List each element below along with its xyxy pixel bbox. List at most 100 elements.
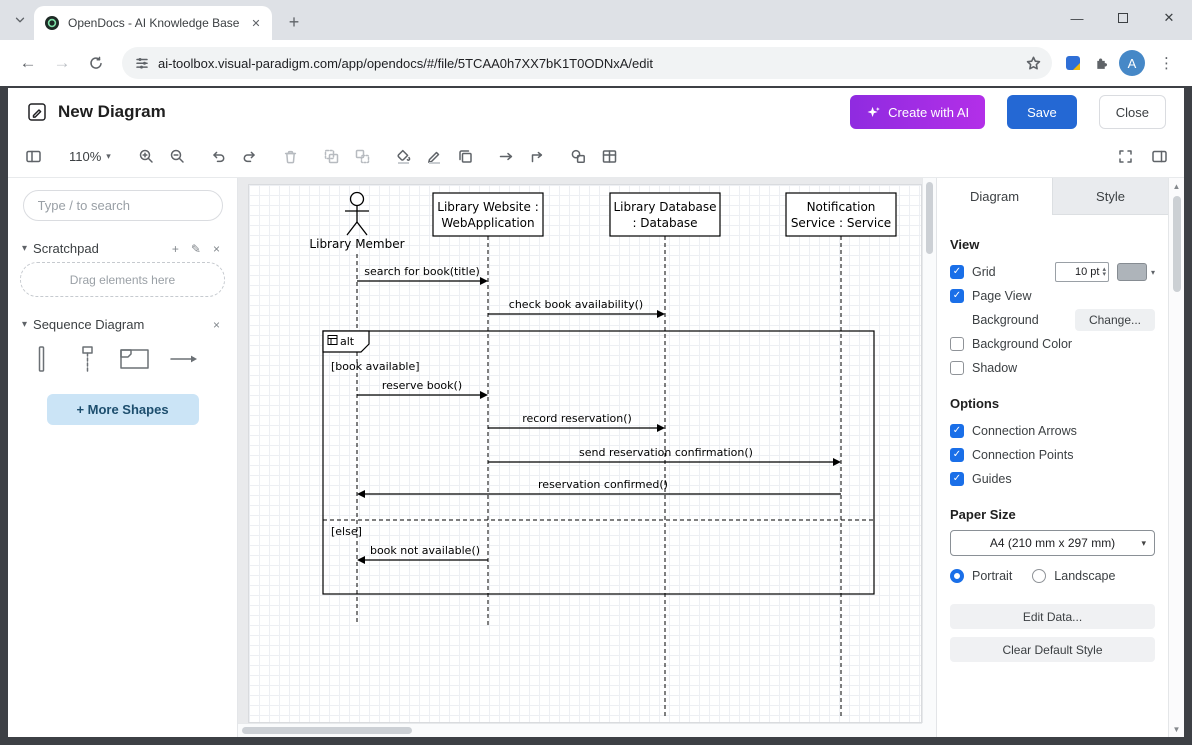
connection-arrows-checkbox[interactable] bbox=[950, 424, 964, 438]
connection-points-checkbox[interactable] bbox=[950, 448, 964, 462]
shadow-checkbox[interactable] bbox=[950, 361, 964, 375]
panel-content: View Grid 10 pt ▴▾ ▾ bbox=[937, 215, 1168, 676]
close-window-button[interactable]: ✕ bbox=[1146, 0, 1192, 36]
participant-label: : Database bbox=[632, 216, 697, 230]
scratchpad-close-icon[interactable]: × bbox=[210, 242, 223, 256]
background-color-checkbox[interactable] bbox=[950, 337, 964, 351]
bookmark-star-icon[interactable] bbox=[1025, 55, 1042, 72]
scroll-down-icon[interactable]: ▼ bbox=[1169, 721, 1185, 737]
save-button[interactable]: Save bbox=[1007, 95, 1077, 129]
tab-style[interactable]: Style bbox=[1052, 178, 1168, 215]
page-frame: New Diagram Create with AI Save Close 11… bbox=[0, 86, 1192, 745]
group-button[interactable] bbox=[323, 148, 341, 166]
minimize-button[interactable]: — bbox=[1054, 0, 1100, 36]
grid-size-input[interactable]: 10 pt ▴▾ bbox=[1055, 262, 1109, 282]
background-change-button[interactable]: Change... bbox=[1075, 309, 1155, 331]
collapse-caret-icon[interactable]: ▾ bbox=[22, 319, 27, 330]
tab-close-icon[interactable]: ✕ bbox=[248, 15, 264, 31]
canvas-horizontal-scrollbar[interactable] bbox=[238, 723, 922, 737]
scratchpad-edit-icon[interactable]: ✎ bbox=[188, 242, 204, 256]
toggle-left-panel-button[interactable] bbox=[24, 148, 42, 166]
refresh-button[interactable] bbox=[82, 49, 110, 77]
scrollbar-thumb[interactable] bbox=[1173, 196, 1181, 292]
create-with-ai-button[interactable]: Create with AI bbox=[850, 95, 985, 129]
paper-size-heading: Paper Size bbox=[950, 507, 1155, 522]
landscape-radio[interactable] bbox=[1032, 569, 1046, 583]
page-view-label: Page View bbox=[972, 289, 1032, 303]
redo-button[interactable] bbox=[241, 148, 259, 166]
zoom-out-button[interactable] bbox=[169, 148, 187, 166]
straight-connector-button[interactable] bbox=[498, 148, 516, 166]
url-text[interactable]: ai-toolbox.visual-paradigm.com/app/opend… bbox=[158, 56, 1017, 71]
profile-avatar[interactable]: A bbox=[1119, 50, 1145, 76]
spinner-icons[interactable]: ▴▾ bbox=[1102, 267, 1106, 277]
forward-button[interactable]: → bbox=[48, 49, 76, 77]
connection-arrows-row: Connection Arrows bbox=[950, 419, 1155, 443]
frame-shape-thumb[interactable] bbox=[118, 344, 152, 374]
actor-library-member[interactable] bbox=[345, 193, 369, 236]
table-button[interactable] bbox=[601, 148, 619, 166]
browser-toolbar: ← → ai-toolbox.visual-paradigm.com/app/o… bbox=[0, 40, 1192, 86]
delete-button[interactable] bbox=[282, 148, 300, 166]
scratchpad-dropzone[interactable]: Drag elements here bbox=[20, 262, 225, 297]
zoom-level-select[interactable]: 110% ▾ bbox=[65, 149, 115, 164]
search-input[interactable] bbox=[23, 190, 223, 221]
grid-checkbox[interactable] bbox=[950, 265, 964, 279]
collapse-caret-icon[interactable]: ▾ bbox=[22, 243, 27, 254]
canvas-vertical-scrollbar[interactable] bbox=[922, 178, 936, 723]
browser-tab[interactable]: OpenDocs - AI Knowledge Base ✕ bbox=[34, 6, 272, 40]
page-view-checkbox[interactable] bbox=[950, 289, 964, 303]
page-title: New Diagram bbox=[58, 102, 828, 122]
portrait-radio[interactable] bbox=[950, 569, 964, 583]
new-tab-button[interactable]: + bbox=[280, 8, 308, 36]
scroll-up-icon[interactable]: ▲ bbox=[1169, 178, 1185, 194]
grid-color-swatch[interactable] bbox=[1117, 263, 1147, 281]
scrollbar-thumb[interactable] bbox=[242, 727, 412, 734]
undo-button[interactable] bbox=[210, 148, 228, 166]
duplicate-button[interactable] bbox=[457, 148, 475, 166]
elbow-connector-button[interactable] bbox=[529, 148, 547, 166]
line-color-button[interactable] bbox=[426, 148, 444, 166]
site-info-icon[interactable] bbox=[134, 55, 150, 71]
diagram-canvas[interactable]: Library Member Library Website : WebAppl… bbox=[238, 178, 936, 737]
ungroup-button[interactable] bbox=[354, 148, 372, 166]
tab-search-chevron-icon[interactable] bbox=[10, 10, 30, 30]
browser-menu-icon[interactable]: ⋮ bbox=[1155, 54, 1178, 72]
back-button[interactable]: ← bbox=[14, 49, 42, 77]
page-view-row: Page View bbox=[950, 284, 1155, 308]
paper-size-value: A4 (210 mm x 297 mm) bbox=[990, 536, 1115, 550]
edit-data-button[interactable]: Edit Data... bbox=[950, 604, 1155, 629]
url-input[interactable]: ai-toolbox.visual-paradigm.com/app/opend… bbox=[122, 47, 1052, 79]
message-label: search for book(title) bbox=[364, 265, 480, 278]
shapes-button[interactable] bbox=[570, 148, 588, 166]
message-label: reserve book() bbox=[382, 379, 462, 392]
more-shapes-button[interactable]: + More Shapes bbox=[47, 394, 199, 425]
fullscreen-button[interactable] bbox=[1116, 148, 1134, 166]
tab-diagram[interactable]: Diagram bbox=[937, 178, 1052, 215]
guides-checkbox[interactable] bbox=[950, 472, 964, 486]
extension-colored-icon[interactable] bbox=[1064, 54, 1082, 72]
shape-section-close-icon[interactable]: × bbox=[210, 318, 223, 332]
fill-color-button[interactable] bbox=[395, 148, 413, 166]
chevron-down-icon[interactable]: ▾ bbox=[1151, 268, 1155, 277]
guard-book-available: [book available] bbox=[331, 360, 420, 373]
extensions-puzzle-icon[interactable] bbox=[1092, 55, 1109, 72]
paper-size-select[interactable]: A4 (210 mm x 297 mm) ▾ bbox=[950, 530, 1155, 556]
participant-label: Library Website : bbox=[437, 200, 538, 214]
scratchpad-add-icon[interactable]: + bbox=[169, 242, 182, 256]
activation-shape-thumb[interactable] bbox=[26, 344, 56, 374]
close-button[interactable]: Close bbox=[1099, 95, 1166, 129]
lifeline-shape-thumb[interactable] bbox=[72, 344, 102, 374]
toggle-right-panel-button[interactable] bbox=[1150, 148, 1168, 166]
tab-title: OpenDocs - AI Knowledge Base bbox=[68, 16, 240, 30]
scrollbar-thumb[interactable] bbox=[926, 182, 933, 254]
maximize-button[interactable] bbox=[1100, 0, 1146, 36]
message-shape-thumb[interactable] bbox=[168, 344, 200, 374]
scratchpad-title: Scratchpad bbox=[33, 241, 163, 256]
clear-default-style-button[interactable]: Clear Default Style bbox=[950, 637, 1155, 662]
app-vertical-scrollbar[interactable]: ▲ ▼ bbox=[1168, 178, 1184, 737]
zoom-level-value: 110% bbox=[69, 149, 101, 164]
zoom-in-button[interactable] bbox=[138, 148, 156, 166]
view-heading: View bbox=[950, 237, 1155, 252]
grid-row: Grid 10 pt ▴▾ ▾ bbox=[950, 260, 1155, 284]
